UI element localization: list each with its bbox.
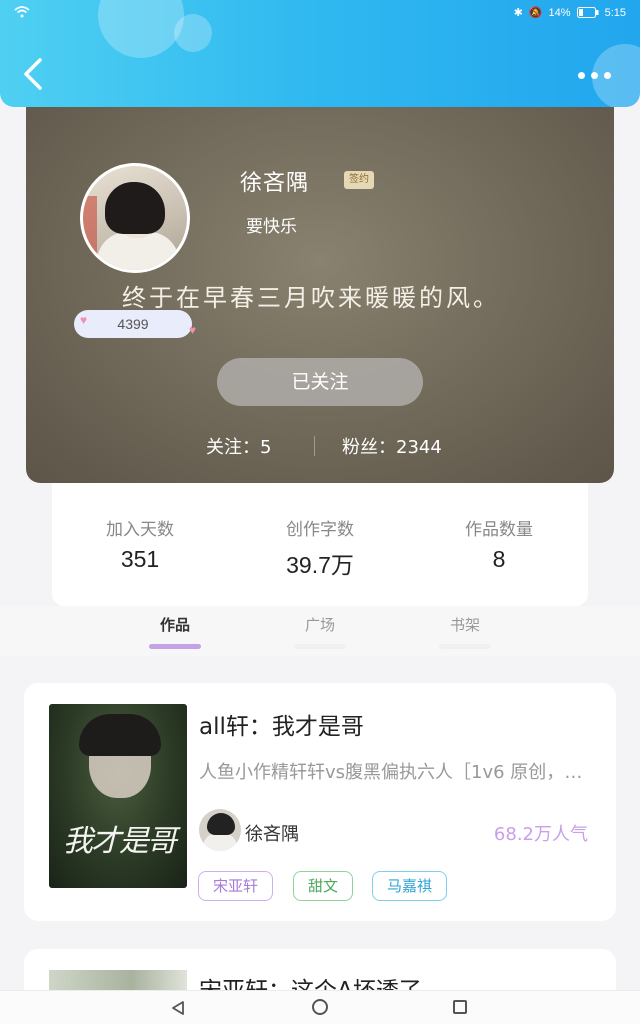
book-title[interactable]: all轩：我才是哥	[199, 707, 364, 741]
info-label: 创作字数	[286, 520, 354, 540]
mute-icon: 🔕	[528, 7, 543, 19]
username: 徐吝隅	[240, 171, 310, 196]
bio: 要快乐	[246, 217, 297, 237]
info-works-count: 作品数量 8	[419, 515, 579, 573]
fan-badge-number: 4399	[117, 316, 149, 332]
author-avatar[interactable]	[199, 809, 241, 851]
info-value: 351	[120, 546, 160, 572]
fan-badge: ♥ 4399 ♥	[74, 310, 196, 338]
heart-icon: ♥	[188, 323, 196, 337]
nav-recent-icon[interactable]	[453, 1000, 467, 1014]
tab-indicator	[294, 644, 346, 649]
book-card[interactable]: 我才是哥 all轩：我才是哥 人鱼小作精轩轩vs腹黑偏执六人［1v6 原创，我们…	[24, 683, 616, 921]
info-word-count: 创作字数 39.7万	[240, 515, 400, 580]
follow-button[interactable]: 已关注	[217, 358, 423, 406]
book-cover[interactable]: 我才是哥	[49, 704, 187, 888]
book-description: 人鱼小作精轩轩vs腹黑偏执六人［1v6 原创，我们都是一家人］	[199, 762, 599, 783]
tag[interactable]: 甜文	[293, 871, 354, 901]
tab-indicator	[439, 644, 491, 649]
heart-icon: ♥	[80, 313, 88, 327]
more-icon[interactable]	[578, 72, 612, 80]
follow-stats: 关注：5 粉丝：2344	[26, 433, 614, 459]
tab-bookshelf[interactable]: 书架	[425, 614, 505, 635]
back-icon[interactable]	[18, 55, 48, 93]
bluetooth-icon: ✱	[513, 7, 523, 19]
status-right: ✱ 🔕 14% 5:15	[513, 6, 626, 20]
status-bar: ✱ 🔕 14% 5:15	[0, 0, 640, 26]
app-header: ✱ 🔕 14% 5:15	[0, 0, 640, 107]
following-count[interactable]: 关注：5	[206, 433, 271, 459]
background-quote: 终于在早春三月吹来暖暖的风。	[122, 284, 500, 312]
info-label: 作品数量	[465, 520, 533, 540]
nav-home-icon[interactable]	[312, 999, 328, 1015]
tag[interactable]: 宋亚轩	[198, 871, 274, 901]
profile-card: 徐吝隅 签约 要快乐 终于在早春三月吹来暖暖的风。 ♥ 4399 ♥ 已关注 关…	[26, 80, 614, 483]
divider	[314, 436, 315, 456]
avatar[interactable]	[80, 163, 190, 273]
info-joined-days: 加入天数 351	[60, 515, 220, 573]
cover-title: 我才是哥	[63, 824, 177, 859]
popularity: 68.2万人气	[493, 824, 588, 845]
tab-works[interactable]: 作品	[135, 614, 215, 635]
wifi-icon	[14, 6, 30, 18]
battery-percent: 14%	[548, 6, 571, 19]
tag[interactable]: 马嘉祺	[372, 871, 448, 901]
info-value: 39.7万	[286, 552, 354, 578]
nav-back-icon[interactable]	[170, 1000, 186, 1016]
fans-count[interactable]: 粉丝：2344	[342, 433, 442, 459]
info-label: 加入天数	[106, 520, 174, 540]
tab-indicator	[149, 644, 201, 649]
system-nav-bar	[0, 990, 640, 1024]
clock: 5:15	[604, 6, 626, 19]
battery-icon	[576, 7, 599, 18]
tab-square[interactable]: 广场	[280, 614, 360, 635]
info-value: 8	[492, 546, 506, 572]
author-info-card: 加入天数 351 创作字数 39.7万 作品数量 8	[52, 475, 588, 606]
signed-badge: 签约	[344, 171, 374, 189]
author-name[interactable]: 徐吝隅	[245, 820, 299, 846]
